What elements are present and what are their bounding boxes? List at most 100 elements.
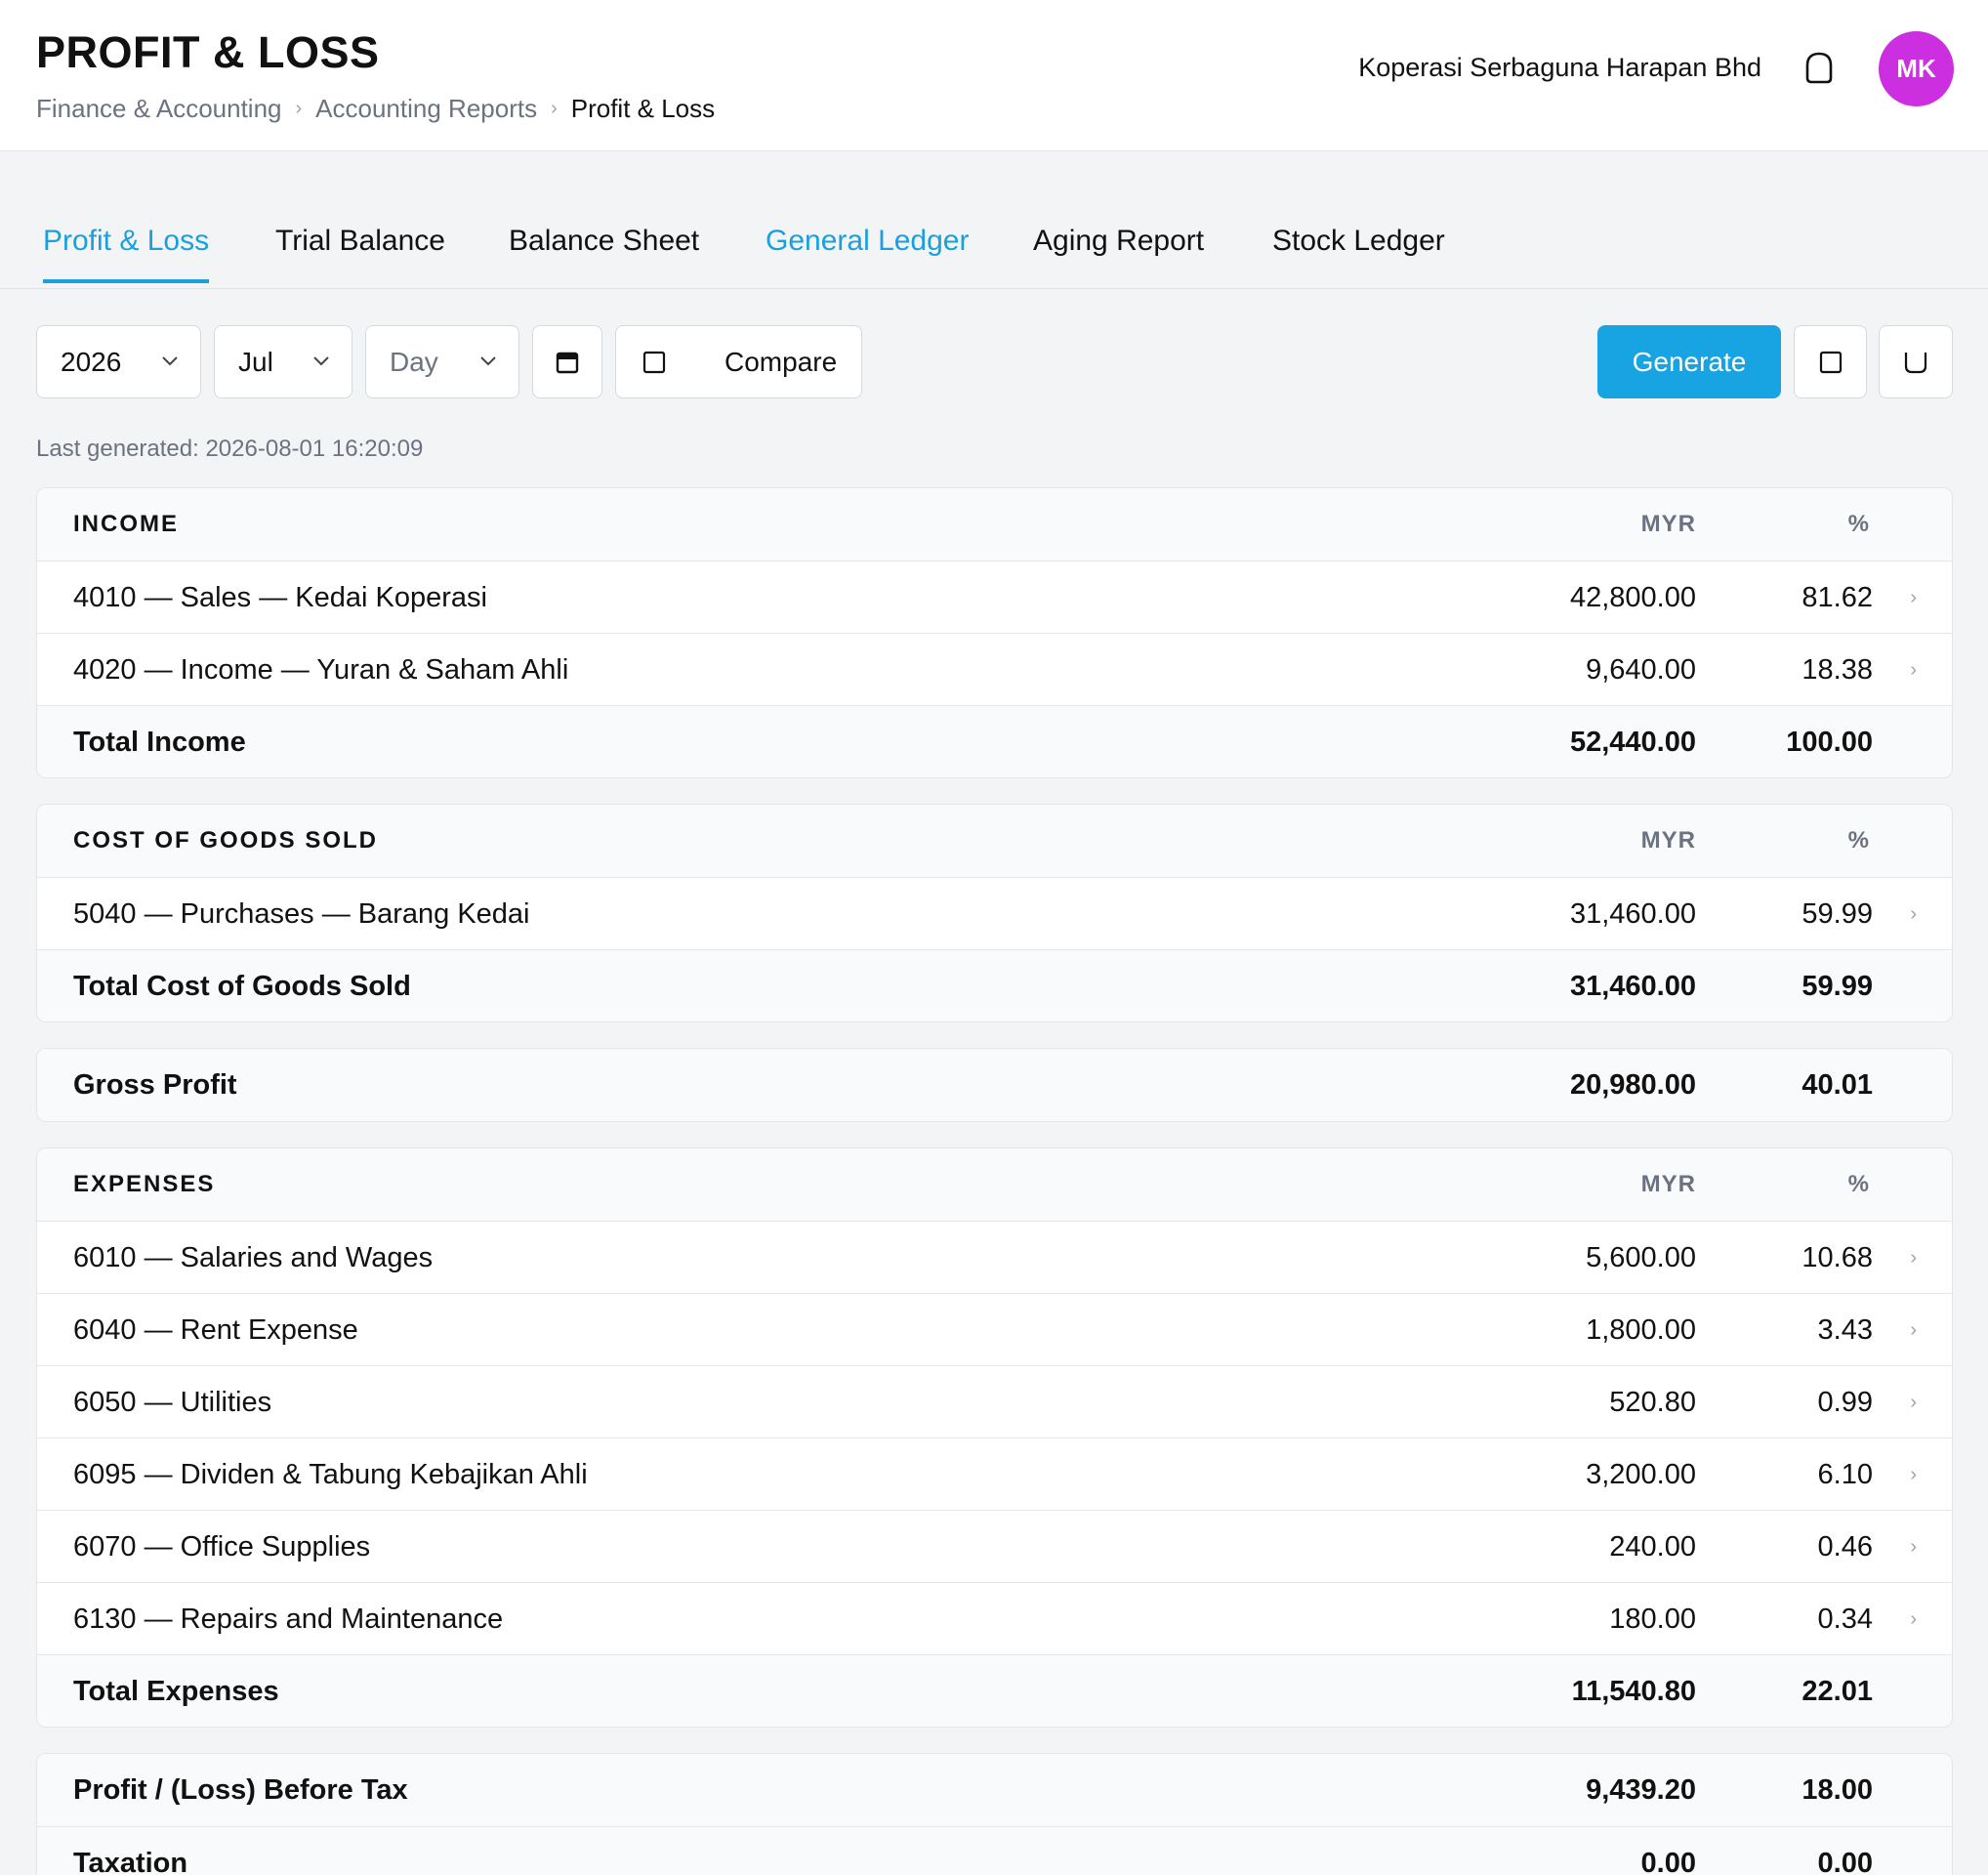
calendar-icon (556, 352, 579, 373)
income-section: INCOME MYR % 4010 — Sales — Kedai Kopera… (36, 487, 1953, 778)
breadcrumb-current: Profit & Loss (570, 94, 716, 123)
month-value: Jul (238, 346, 273, 377)
export-button[interactable] (1794, 325, 1867, 398)
account-percent: 59.99 (1802, 898, 1873, 930)
account-percent: 10.68 (1802, 1242, 1873, 1273)
breadcrumb-accounting-reports[interactable]: Accounting Reports (315, 94, 537, 124)
account-name: 6050 — Utilities (73, 1387, 272, 1418)
chevron-right-icon[interactable]: › (1910, 1222, 1917, 1294)
account-row[interactable]: 4010 — Sales — Kedai Koperasi 42,800.00 … (37, 561, 1952, 633)
gross-profit-row: Gross Profit 20,980.00 40.01 (37, 1049, 1952, 1121)
profit-before-tax-row: Profit / (Loss) Before Tax 9,439.20 18.0… (37, 1754, 1952, 1826)
profit-before-tax-amount: 9,439.20 (1586, 1774, 1696, 1806)
section-header: EXPENSES MYR % (37, 1148, 1952, 1221)
compare-toggle[interactable]: Compare (615, 325, 862, 398)
tab-trial-balance[interactable]: Trial Balance (275, 225, 445, 279)
account-name: 6095 — Dividen & Tabung Kebajikan Ahli (73, 1459, 588, 1490)
summary-section: Profit / (Loss) Before Tax 9,439.20 18.0… (36, 1753, 1953, 1875)
account-name: 4020 — Income — Yuran & Saham Ahli (73, 654, 569, 686)
compare-label: Compare (725, 346, 838, 377)
chevron-right-icon[interactable]: › (1910, 634, 1917, 706)
account-row[interactable]: 6040 — Rent Expense 1,800.00 3.43 › (37, 1293, 1952, 1365)
account-amount: 240.00 (1609, 1531, 1696, 1562)
total-label: Total Cost of Goods Sold (73, 971, 411, 1002)
currency-column-header: MYR (1640, 1171, 1696, 1197)
account-row[interactable]: 6010 — Salaries and Wages 5,600.00 10.68… (37, 1221, 1952, 1293)
breadcrumb-separator-icon: › (551, 98, 558, 119)
account-row[interactable]: 4020 — Income — Yuran & Saham Ahli 9,640… (37, 633, 1952, 705)
account-percent: 81.62 (1802, 582, 1873, 613)
chevron-right-icon[interactable]: › (1910, 1583, 1917, 1655)
chevron-right-icon[interactable]: › (1910, 1366, 1917, 1438)
chevron-right-icon[interactable]: › (1910, 1511, 1917, 1583)
calendar-button[interactable] (532, 325, 602, 398)
print-button[interactable] (1879, 325, 1953, 398)
chevron-right-icon[interactable]: › (1910, 878, 1917, 950)
generate-button[interactable]: Generate (1597, 325, 1781, 398)
taxation-amount: 0.00 (1640, 1848, 1696, 1875)
gross-profit-section: Gross Profit 20,980.00 40.01 (36, 1048, 1953, 1122)
total-label: Total Expenses (73, 1676, 279, 1707)
section-title: COST OF GOODS SOLD (73, 827, 379, 854)
section-title: EXPENSES (73, 1171, 216, 1197)
last-generated-timestamp: Last generated: 2026-08-01 16:20:09 (36, 436, 424, 462)
breadcrumb-separator-icon: › (295, 98, 303, 119)
chevron-right-icon[interactable]: › (1910, 1294, 1917, 1366)
export-icon (1819, 351, 1842, 373)
percent-column-header: % (1847, 827, 1870, 854)
chevron-down-icon (313, 356, 329, 366)
currency-column-header: MYR (1640, 827, 1696, 854)
tab-aging-report[interactable]: Aging Report (1033, 225, 1204, 279)
section-header: INCOME MYR % (37, 488, 1952, 561)
organization-name[interactable]: Koperasi Serbaguna Harapan Bhd (1358, 53, 1761, 83)
currency-column-header: MYR (1640, 511, 1696, 537)
gross-profit-percent: 40.01 (1802, 1069, 1873, 1101)
chevron-right-icon[interactable]: › (1910, 1438, 1917, 1511)
account-amount: 1,800.00 (1586, 1314, 1696, 1346)
account-percent: 0.34 (1817, 1604, 1873, 1635)
account-amount: 5,600.00 (1586, 1242, 1696, 1273)
checkbox-icon[interactable] (642, 351, 666, 374)
total-amount: 11,540.80 (1571, 1676, 1696, 1707)
account-row[interactable]: 6070 — Office Supplies 240.00 0.46 › (37, 1510, 1952, 1582)
total-amount: 52,440.00 (1569, 727, 1696, 758)
profit-before-tax-label: Profit / (Loss) Before Tax (73, 1774, 408, 1806)
total-row: Total Income 52,440.00 100.00 (37, 705, 1952, 777)
gross-profit-amount: 20,980.00 (1569, 1069, 1696, 1101)
account-amount: 42,800.00 (1569, 582, 1696, 613)
tab-profit-loss[interactable]: Profit & Loss (43, 225, 210, 283)
year-value: 2026 (61, 346, 122, 377)
total-percent: 100.00 (1786, 727, 1873, 758)
section-header: COST OF GOODS SOLD MYR % (37, 805, 1952, 877)
account-name: 4010 — Sales — Kedai Koperasi (73, 582, 487, 613)
account-percent: 6.10 (1817, 1459, 1873, 1490)
year-select[interactable]: 2026 (36, 325, 201, 398)
day-select[interactable]: Day (365, 325, 519, 398)
chevron-right-icon[interactable]: › (1910, 562, 1917, 634)
profit-before-tax-percent: 18.00 (1802, 1774, 1873, 1806)
account-row[interactable]: 5040 — Purchases — Barang Kedai 31,460.0… (37, 877, 1952, 949)
account-amount: 520.80 (1609, 1387, 1696, 1418)
user-avatar[interactable]: MK (1879, 31, 1954, 106)
bell-icon[interactable] (1802, 51, 1836, 86)
tab-stock-ledger[interactable]: Stock Ledger (1272, 225, 1445, 279)
tab-balance-sheet[interactable]: Balance Sheet (509, 225, 699, 279)
account-row[interactable]: 6130 — Repairs and Maintenance 180.00 0.… (37, 1582, 1952, 1654)
taxation-row: Taxation 0.00 0.00 (37, 1826, 1952, 1875)
taxation-percent: 0.00 (1817, 1848, 1873, 1875)
page-title: PROFIT & LOSS (36, 27, 380, 77)
account-percent: 0.46 (1817, 1531, 1873, 1562)
account-row[interactable]: 6095 — Dividen & Tabung Kebajikan Ahli 3… (37, 1438, 1952, 1510)
account-amount: 31,460.00 (1569, 898, 1696, 930)
total-label: Total Income (73, 727, 246, 758)
total-amount: 31,460.00 (1569, 971, 1696, 1002)
breadcrumb-finance[interactable]: Finance & Accounting (36, 94, 282, 124)
expenses-section: EXPENSES MYR % 6010 — Salaries and Wages… (36, 1147, 1953, 1728)
section-title: INCOME (73, 511, 179, 537)
tab-general-ledger[interactable]: General Ledger (766, 225, 969, 279)
total-row: Total Cost of Goods Sold 31,460.00 59.99 (37, 949, 1952, 1021)
account-row[interactable]: 6050 — Utilities 520.80 0.99 › (37, 1365, 1952, 1438)
account-amount: 180.00 (1609, 1604, 1696, 1635)
report-tabs: Profit & Loss Trial Balance Balance Shee… (0, 152, 1988, 289)
month-select[interactable]: Jul (214, 325, 352, 398)
